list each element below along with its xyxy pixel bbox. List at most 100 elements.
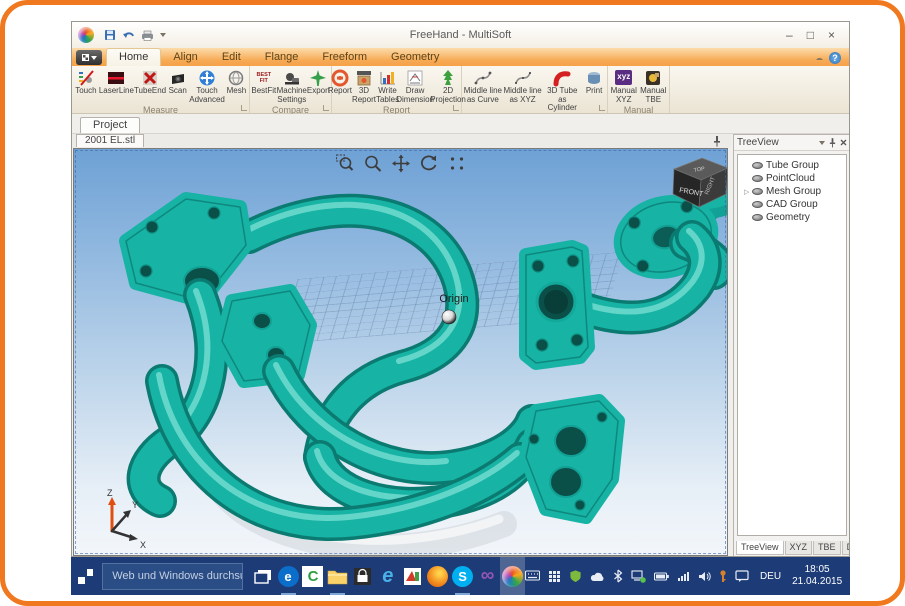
- tubeend-button[interactable]: TubeEnd: [134, 67, 166, 96]
- task-view-button[interactable]: [251, 557, 276, 595]
- media-app-button[interactable]: [400, 557, 425, 595]
- undo-icon[interactable]: [122, 30, 135, 41]
- panel-tab-treeview[interactable]: TreeView: [736, 541, 784, 555]
- signal-icon[interactable]: [677, 571, 690, 582]
- file-explorer-button[interactable]: [325, 557, 350, 595]
- compare-dialog-launcher-icon[interactable]: [323, 105, 329, 111]
- panel-tab-tbe[interactable]: TBE: [813, 541, 841, 555]
- desktop: FreeHand - MultiSoft – □ × Home Align Ed…: [71, 21, 850, 595]
- panel-close-icon[interactable]: [840, 139, 847, 146]
- manual-tbe-button[interactable]: Manual TBE: [639, 67, 669, 104]
- antivirus-shield-icon[interactable]: [569, 569, 582, 583]
- display-print-button[interactable]: Print: [582, 67, 606, 96]
- bestfit-button[interactable]: BESTFIT BestFit: [251, 67, 277, 96]
- media-app-icon: [403, 567, 422, 586]
- tab-home[interactable]: Home: [106, 48, 161, 66]
- zoom-window-icon[interactable]: [335, 154, 354, 173]
- app-grid-icon[interactable]: [548, 570, 561, 583]
- close-button[interactable]: ×: [828, 28, 835, 42]
- measure-dialog-launcher-icon[interactable]: [241, 105, 247, 111]
- search-input[interactable]: [103, 570, 241, 582]
- save-icon[interactable]: [104, 29, 116, 41]
- report-button[interactable]: Report: [328, 67, 352, 96]
- edge-button[interactable]: e: [276, 557, 301, 595]
- panel-pin-icon[interactable]: [829, 138, 836, 148]
- panel-tab-xyz[interactable]: XYZ: [785, 541, 813, 555]
- middle-line-xyz-button[interactable]: Middle line as XYZ: [503, 67, 543, 104]
- volume-icon[interactable]: [698, 571, 711, 582]
- ribbon-tab-band: Home Align Edit Flange Freeform Geometry…: [72, 48, 849, 66]
- draw-dimension-button[interactable]: Draw Dimension: [399, 67, 431, 104]
- touch-advanced-icon: [197, 68, 217, 87]
- machine-settings-button[interactable]: Machine Settings: [277, 67, 307, 104]
- report-3d-button[interactable]: 3D Report: [352, 67, 376, 104]
- firefox-button[interactable]: [425, 557, 450, 595]
- store-button[interactable]: [350, 557, 375, 595]
- collapse-ribbon-icon[interactable]: [816, 56, 823, 60]
- start-button[interactable]: [71, 557, 100, 595]
- action-center-icon[interactable]: [735, 570, 749, 583]
- scan-button[interactable]: Scan: [166, 67, 189, 96]
- touch-keyboard-icon[interactable]: [525, 570, 540, 582]
- skype-button[interactable]: S: [450, 557, 475, 595]
- ribbon-group-report: Report 3D Report Write Tables Draw Dimen…: [332, 66, 462, 113]
- ribbon-group-display: Middle line as Curve Middle line as XYZ …: [462, 66, 608, 113]
- title-bar: FreeHand - MultiSoft – □ ×: [72, 22, 849, 48]
- pin-icon[interactable]: [713, 136, 721, 147]
- fit-view-icon[interactable]: [447, 154, 466, 173]
- display-dialog-launcher-icon[interactable]: [599, 105, 605, 111]
- language-indicator[interactable]: DEU: [757, 571, 784, 582]
- expander-icon[interactable]: ▷: [744, 188, 752, 196]
- help-button[interactable]: ?: [829, 52, 841, 64]
- c-app-button[interactable]: C: [301, 557, 326, 595]
- tab-freeform[interactable]: Freeform: [310, 49, 379, 66]
- application-menu-button[interactable]: [76, 50, 102, 65]
- tab-geometry[interactable]: Geometry: [379, 49, 451, 66]
- middle-line-curve-button[interactable]: Middle line as Curve: [463, 67, 503, 104]
- tree-item-pointcloud[interactable]: PointCloud: [738, 172, 846, 185]
- tube-cylinder-button[interactable]: 3D Tube as Cylinder: [542, 67, 582, 113]
- app-logo-icon[interactable]: [78, 27, 94, 43]
- print-icon[interactable]: [141, 30, 154, 41]
- network-status-icon[interactable]: [631, 570, 646, 583]
- layer-icon: [752, 188, 763, 195]
- mesh-button[interactable]: Mesh: [225, 67, 248, 96]
- bluetooth-icon[interactable]: [613, 569, 623, 583]
- tree-item-tube-group[interactable]: Tube Group: [738, 159, 846, 172]
- touch-button[interactable]: Touch: [73, 67, 99, 96]
- freehand-app-button[interactable]: [500, 557, 525, 595]
- app-menu-grid-icon: [82, 54, 89, 61]
- projection-2d-button[interactable]: 2D Projection: [431, 67, 465, 104]
- zoom-icon[interactable]: [363, 154, 382, 173]
- tree-item-geometry[interactable]: Geometry: [738, 211, 846, 224]
- export-button[interactable]: Export: [307, 67, 330, 96]
- mesh-icon: [226, 68, 246, 87]
- pan-icon[interactable]: [391, 154, 410, 173]
- tab-edit[interactable]: Edit: [210, 49, 253, 66]
- tab-align[interactable]: Align: [161, 49, 209, 66]
- viewport-3d[interactable]: FRONT TOP RIGHT Z: [73, 148, 728, 556]
- touch-advanced-button[interactable]: Touch Advanced: [189, 67, 225, 104]
- panel-menu-icon[interactable]: [819, 141, 825, 145]
- visual-studio-button[interactable]: ∞: [475, 557, 500, 595]
- minimize-button[interactable]: –: [786, 28, 793, 42]
- rotate-icon[interactable]: [419, 154, 438, 173]
- maximize-button[interactable]: □: [807, 28, 814, 42]
- panel-tab-description[interactable]: Description: [842, 541, 850, 555]
- qat-customize-icon[interactable]: [160, 33, 166, 37]
- taskbar-search[interactable]: [102, 563, 242, 590]
- onedrive-cloud-icon[interactable]: [590, 571, 605, 582]
- security-key-icon[interactable]: [719, 570, 727, 583]
- printer-3d-icon: [584, 68, 604, 87]
- battery-icon[interactable]: [654, 572, 669, 581]
- tree-item-mesh-group[interactable]: ▷ Mesh Group: [738, 185, 846, 198]
- internet-explorer-button[interactable]: e: [375, 557, 400, 595]
- tab-flange[interactable]: Flange: [253, 49, 311, 66]
- manual-xyz-button[interactable]: xyz Manual XYZ: [609, 67, 639, 104]
- tree-item-cad-group[interactable]: CAD Group: [738, 198, 846, 211]
- project-tab[interactable]: Project: [80, 117, 140, 133]
- laserline-button[interactable]: LaserLine: [99, 67, 134, 96]
- taskbar-clock[interactable]: 18:05 21.04.2015: [792, 564, 844, 588]
- report-dialog-launcher-icon[interactable]: [453, 105, 459, 111]
- document-tab[interactable]: 2001 EL.stl: [76, 134, 144, 147]
